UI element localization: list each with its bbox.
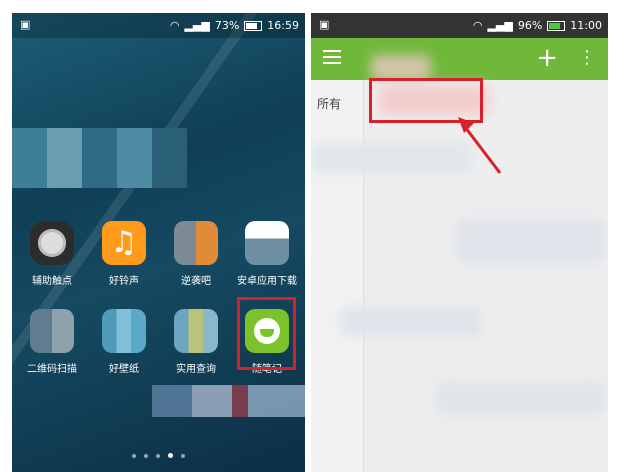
- blurred-content: [456, 218, 606, 263]
- query-icon: [174, 309, 218, 353]
- status-bar: ▣ ◠ ▂▄▆ 96% 11:00: [311, 13, 608, 38]
- page-dot: [181, 453, 185, 458]
- category-sidebar: [311, 80, 364, 472]
- wallpaper-icon: [102, 309, 146, 353]
- app-assistive-touch[interactable]: 辅助触点: [16, 221, 88, 287]
- page-indicator: [12, 445, 305, 464]
- blurred-content: [311, 143, 471, 173]
- app-android-store[interactable]: 安卓应用下载: [231, 221, 303, 287]
- clock: 16:59: [267, 19, 299, 32]
- music-note-icon: ♫: [102, 221, 146, 265]
- app-utility-query[interactable]: 实用查询: [160, 309, 232, 375]
- page-dot-current: [168, 453, 173, 458]
- menu-icon[interactable]: [323, 50, 341, 64]
- app-wallpaper[interactable]: 好壁纸: [88, 309, 160, 375]
- app-icon: [174, 221, 218, 265]
- more-options-icon[interactable]: ⋮: [578, 47, 596, 69]
- app-store-icon: [245, 221, 289, 265]
- app-label: 辅助触点: [32, 276, 72, 287]
- battery-icon: [547, 20, 566, 31]
- app-bar: + ⋮: [311, 38, 608, 80]
- app-label: 好铃声: [109, 276, 139, 287]
- category-all[interactable]: 所有: [317, 95, 341, 112]
- assistive-touch-icon: [30, 221, 74, 265]
- highlight-box: [237, 297, 296, 370]
- wifi-icon: ◠: [169, 19, 180, 32]
- clock: 11:00: [570, 19, 602, 32]
- home-screen: ▣ ◠ ▂▄▆ 73% 16:59 辅助触点 ♫ 好铃声 逆袭吧 安卓应用下载: [12, 13, 305, 472]
- pixelated-region: [12, 128, 187, 188]
- wifi-icon: ◠: [472, 19, 483, 32]
- app-label: 安卓应用下载: [237, 276, 297, 287]
- pixelated-region: [152, 385, 305, 417]
- app-label: 好壁纸: [109, 364, 139, 375]
- add-icon[interactable]: +: [536, 44, 558, 72]
- screenshot-notification-icon: ▣: [319, 18, 330, 31]
- battery-icon: [244, 20, 263, 31]
- app-ringtone[interactable]: ♫ 好铃声: [88, 221, 160, 287]
- app-comeback[interactable]: 逆袭吧: [160, 221, 232, 287]
- battery-percent: 96%: [517, 19, 543, 32]
- notes-app-screen: ▣ ◠ ▂▄▆ 96% 11:00 + ⋮ 所有: [311, 13, 608, 472]
- signal-icon: ▂▄▆: [184, 19, 210, 32]
- status-bar: ▣ ◠ ▂▄▆ 73% 16:59: [12, 13, 305, 38]
- signal-icon: ▂▄▆: [487, 19, 513, 32]
- app-label: 逆袭吧: [181, 276, 211, 287]
- app-qr-scanner[interactable]: 二维码扫描: [16, 309, 88, 375]
- page-dot: [156, 453, 160, 458]
- screenshot-notification-icon: ▣: [20, 18, 31, 31]
- battery-percent: 73%: [214, 19, 240, 32]
- page-dot: [132, 453, 136, 458]
- qr-scanner-icon: [30, 309, 74, 353]
- app-label: 实用查询: [176, 364, 216, 375]
- blurred-content: [436, 381, 606, 415]
- app-label: 二维码扫描: [27, 364, 77, 375]
- blurred-content: [341, 308, 481, 336]
- page-dot: [144, 453, 148, 458]
- pointer-arrow-icon: [458, 117, 502, 174]
